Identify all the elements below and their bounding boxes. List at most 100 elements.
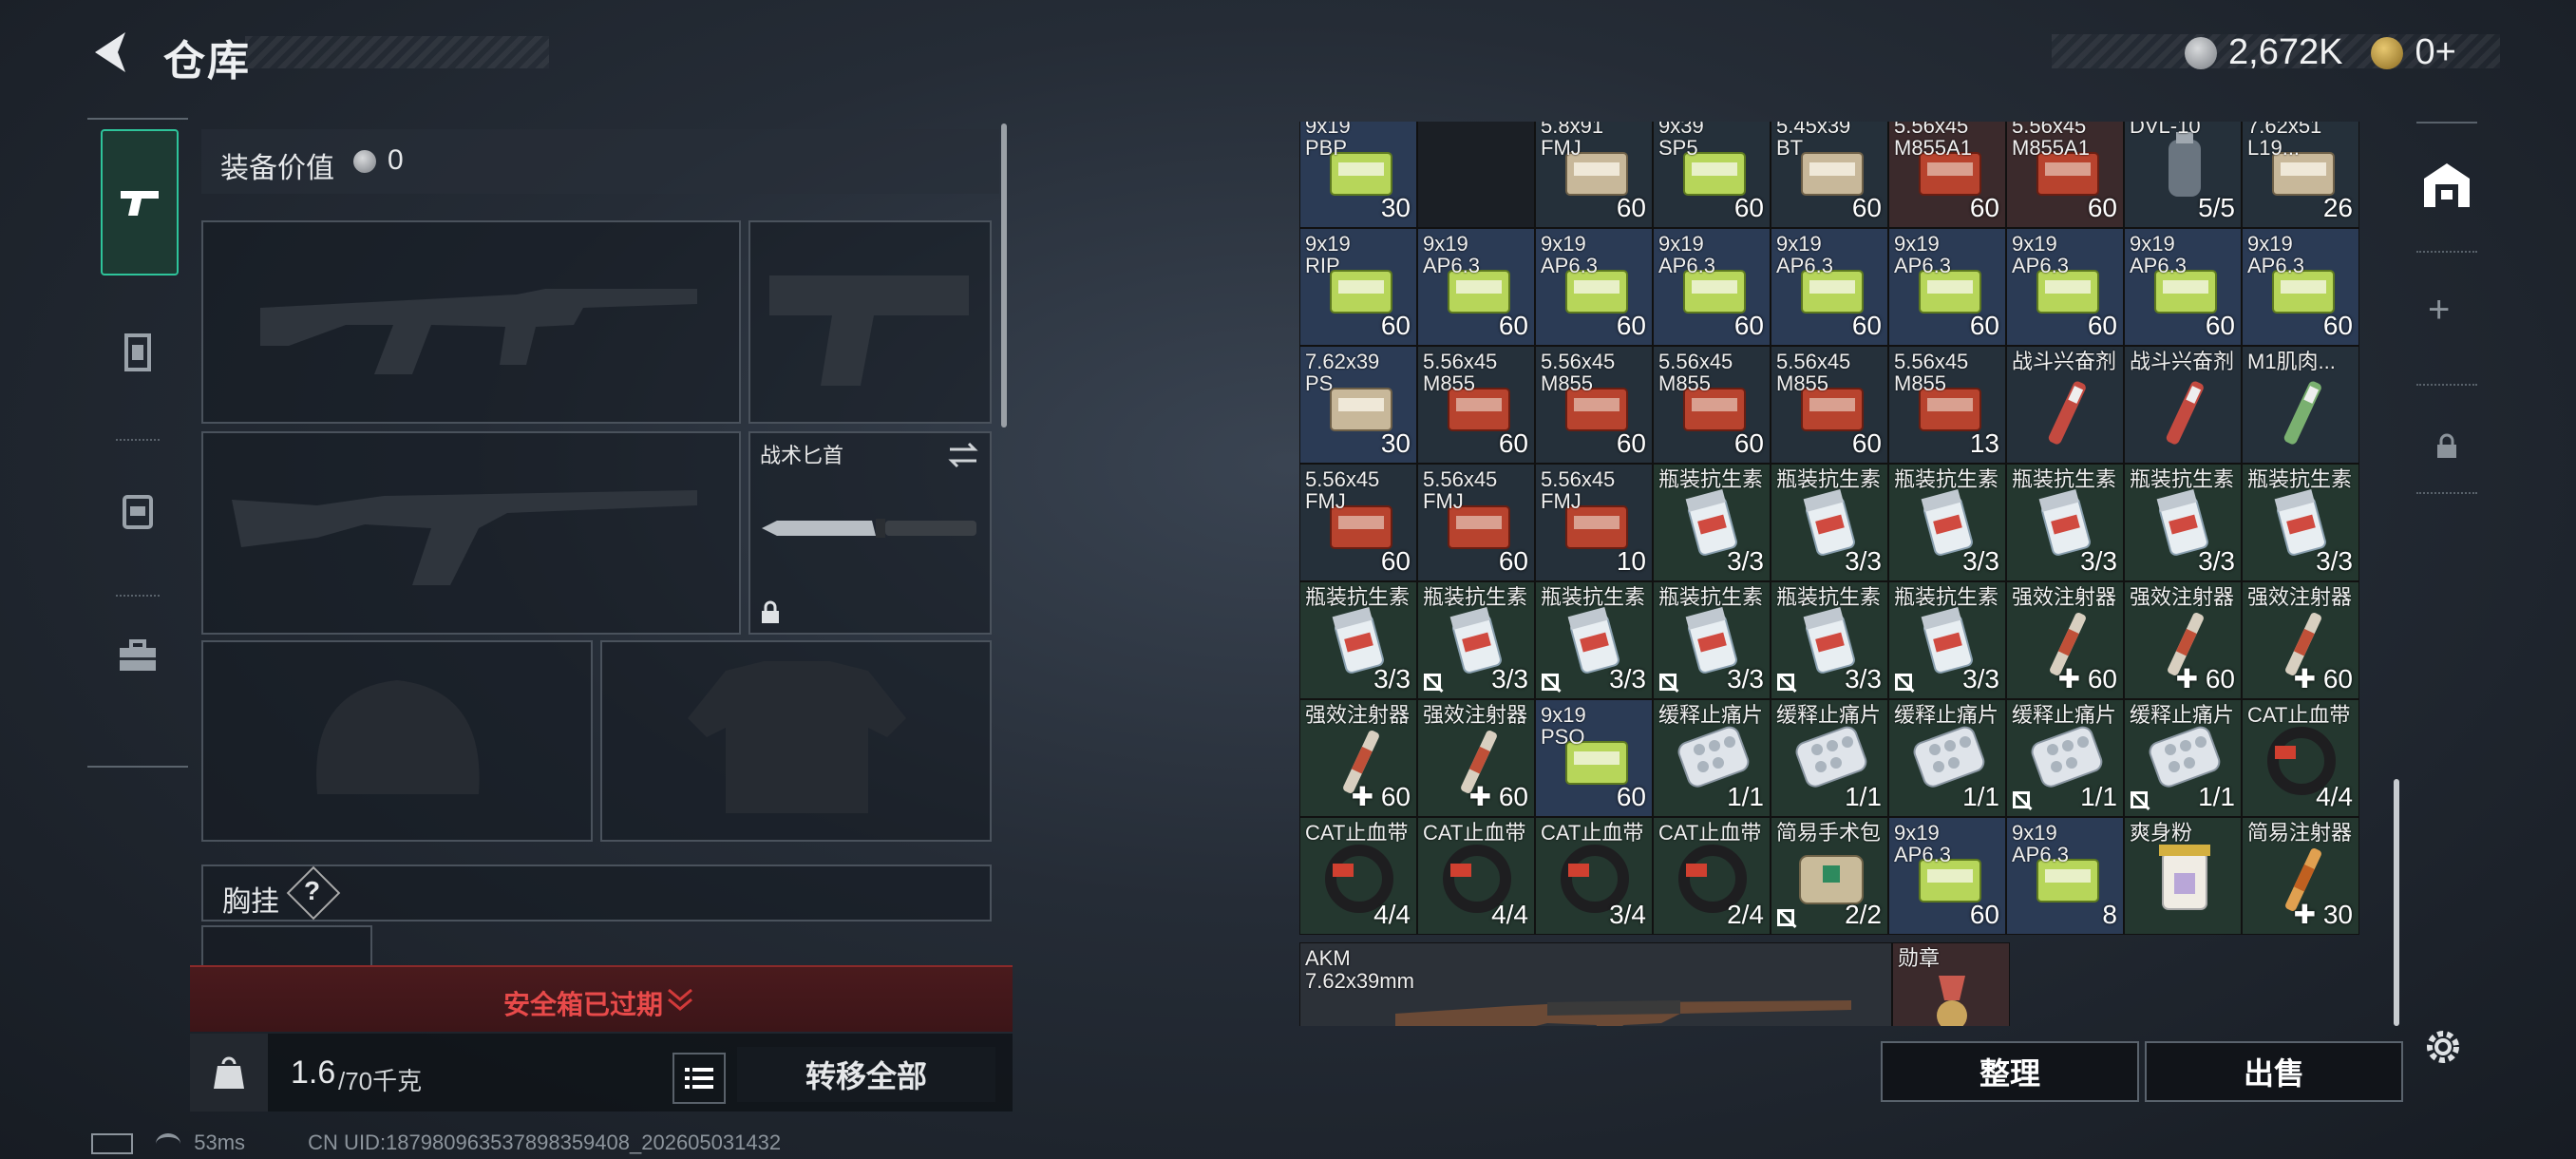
equipment-value-label: 装备价值 [220, 153, 334, 184]
storage-tab-main[interactable] [2413, 152, 2481, 220]
inventory-item[interactable]: 7.62x51 L19... 26 [2242, 122, 2359, 228]
inventory-item[interactable]: CAT止血带 2/4 [1653, 817, 1771, 935]
inventory-item[interactable]: 9x19 AP6.3 60 [1888, 228, 2006, 346]
inventory-item[interactable]: 5.8x91 FMJ 60 [1535, 122, 1653, 228]
back-arrow-icon[interactable] [87, 27, 135, 78]
inventory-item[interactable]: CAT止血带 3/4 [1535, 817, 1653, 935]
item-quantity: 60 [1851, 311, 1882, 340]
item-name: CAT止血带 [1305, 821, 1409, 845]
inventory-item[interactable]: 强效注射器 ✚ 60 [2124, 581, 2242, 699]
melee-slot[interactable]: 战术匕首 [748, 431, 992, 635]
transfer-all-button[interactable]: 转移全部 [737, 1047, 995, 1102]
inventory-item[interactable]: 9x19 AP6.3 60 [2006, 228, 2124, 346]
inventory-item[interactable]: 强效注射器 ✚ 60 [1417, 699, 1535, 817]
inventory-item[interactable]: 7.62x39 PS 30 [1299, 346, 1417, 464]
inventory-item[interactable]: 瓶装抗生素 3/3 [1888, 581, 2006, 699]
inventory-item[interactable]: 瓶装抗生素 3/3 [1771, 464, 1888, 581]
inventory-item[interactable]: 9x19 RIP 60 [1299, 228, 1417, 346]
sidebar-item-weapons[interactable] [101, 129, 179, 276]
inventory-item[interactable]: 缓释止痛片 1/1 [1771, 699, 1888, 817]
helmet-slot[interactable] [201, 640, 593, 842]
chest-rig-header[interactable]: 胸挂 ? [201, 864, 992, 922]
inventory-item[interactable]: 简易手术包 2/2 [1771, 817, 1888, 935]
equipment-scrollbar[interactable] [1001, 124, 1007, 428]
item-name: 瓶装抗生素 [1423, 585, 1528, 609]
body-armor-slot[interactable] [600, 640, 992, 842]
inventory-item[interactable]: 9x19 AP6.3 60 [2242, 228, 2359, 346]
item-name: 5.56x45 M855 [1776, 350, 1851, 395]
inventory-item[interactable]: 9x19 AP6.3 8 [2006, 817, 2124, 935]
inventory-item[interactable]: 战斗兴奋剂 [2006, 346, 2124, 464]
inventory-item[interactable]: 5.56x45 M855A1 60 [1888, 122, 2006, 228]
sell-button[interactable]: 出售 [2145, 1041, 2403, 1102]
inventory-item[interactable]: 5.56x45 M855 60 [1535, 346, 1653, 464]
inventory-item[interactable]: DVL-10 5/5 [2124, 122, 2242, 228]
item-name: 9x19 AP6.3 [1894, 232, 1951, 277]
help-icon[interactable]: ? [304, 876, 320, 906]
inventory-item[interactable]: 瓶装抗生素 3/3 [1417, 581, 1535, 699]
inventory-item[interactable]: 9x19 AP6.3 60 [2124, 228, 2242, 346]
inventory-item[interactable]: CAT止血带 4/4 [1299, 817, 1417, 935]
inventory-item[interactable]: 爽身粉 [2124, 817, 2242, 935]
inventory-item[interactable]: 9x19 AP6.3 60 [1888, 817, 2006, 935]
inventory-item[interactable]: 瓶装抗生素 3/3 [1653, 464, 1771, 581]
inventory-item[interactable]: 5.56x45 FMJ 60 [1299, 464, 1417, 581]
inventory-item[interactable]: 9x19 AP6.3 60 [1771, 228, 1888, 346]
primary-weapon-slot[interactable] [201, 220, 741, 424]
inventory-item[interactable]: M1肌肉... [2242, 346, 2359, 464]
inventory-item[interactable]: 5.56x45 M855A1 60 [2006, 122, 2124, 228]
inventory-item[interactable]: 强效注射器 ✚ 60 [1299, 699, 1417, 817]
inventory-item[interactable]: 瓶装抗生素 3/3 [1535, 581, 1653, 699]
tertiary-weapon-slot[interactable] [201, 431, 741, 635]
inventory-item[interactable]: 瓶装抗生素 3/3 [1771, 581, 1888, 699]
item-quantity: 60 [1851, 428, 1882, 458]
inventory-item[interactable]: 5.56x45 FMJ 60 [1417, 464, 1535, 581]
inventory-item[interactable]: 缓释止痛片 1/1 [1653, 699, 1771, 817]
lock-icon[interactable] [2435, 433, 2458, 460]
list-view-button[interactable] [672, 1053, 726, 1104]
chest-rig-slot[interactable] [201, 925, 372, 965]
inventory-item[interactable]: 9x19 PBP 30 [1299, 122, 1417, 228]
inventory-item[interactable]: 9x19 PSO 60 [1535, 699, 1653, 817]
inventory-item[interactable]: 5.56x45 M855 60 [1417, 346, 1535, 464]
inventory-item[interactable]: CAT止血带 4/4 [1417, 817, 1535, 935]
rifle-silhouette-icon [260, 289, 697, 374]
sidebar-item-backpack[interactable] [101, 439, 175, 581]
inventory-item[interactable]: 9x39 SP5 60 [1653, 122, 1771, 228]
inventory-item[interactable]: 缓释止痛片 1/1 [2006, 699, 2124, 817]
inventory-item[interactable]: 5.56x45 M855 60 [1771, 346, 1888, 464]
inventory-item[interactable]: 缓释止痛片 1/1 [1888, 699, 2006, 817]
inventory-item[interactable]: 缓释止痛片 1/1 [2124, 699, 2242, 817]
inventory-item[interactable]: 瓶装抗生素 3/3 [1299, 581, 1417, 699]
inventory-item[interactable]: 简易注射器 ✚ 30 [2242, 817, 2359, 935]
secondary-weapon-slot[interactable] [748, 220, 992, 424]
inventory-item[interactable]: 战斗兴奋剂 [2124, 346, 2242, 464]
item-quantity: 30 [1380, 428, 1411, 458]
inventory-item[interactable]: 瓶装抗生素 3/3 [1653, 581, 1771, 699]
inventory-item[interactable]: 9x19 AP6.3 60 [1535, 228, 1653, 346]
sidebar-item-toolbox[interactable] [101, 585, 175, 728]
add-storage-icon[interactable]: + [2428, 289, 2450, 332]
inventory-item[interactable]: 5.56x45 M855 13 [1888, 346, 2006, 464]
inventory-item[interactable]: 强效注射器 ✚ 60 [2242, 581, 2359, 699]
settings-gear-icon[interactable] [2420, 1024, 2466, 1070]
inventory-slot-empty[interactable] [1417, 122, 1535, 228]
inventory-item[interactable]: 5.45x39 BT 60 [1771, 122, 1888, 228]
inventory-item[interactable]: 9x19 AP6.3 60 [1417, 228, 1535, 346]
sidebar-item-armor[interactable] [101, 281, 175, 424]
inventory-item[interactable]: 5.56x45 M855 60 [1653, 346, 1771, 464]
swap-icon[interactable] [946, 441, 980, 469]
weapon-item-akm[interactable]: AKM 7.62x39mm [1299, 942, 1892, 1026]
inventory-item[interactable]: 5.56x45 FMJ 10 [1535, 464, 1653, 581]
secure-box-status[interactable]: 安全箱已过期 [190, 965, 1013, 1032]
inventory-item[interactable]: 瓶装抗生素 3/3 [2124, 464, 2242, 581]
inventory-item[interactable]: 强效注射器 ✚ 60 [2006, 581, 2124, 699]
inventory-scrollbar[interactable] [2394, 779, 2399, 1026]
medal-item[interactable]: 勋章 [1892, 942, 2010, 1026]
inventory-item[interactable]: 瓶装抗生素 3/3 [2242, 464, 2359, 581]
inventory-item[interactable]: CAT止血带 4/4 [2242, 699, 2359, 817]
inventory-item[interactable]: 瓶装抗生素 3/3 [2006, 464, 2124, 581]
inventory-item[interactable]: 9x19 AP6.3 60 [1653, 228, 1771, 346]
inventory-item[interactable]: 瓶装抗生素 3/3 [1888, 464, 2006, 581]
sort-button[interactable]: 整理 [1881, 1041, 2139, 1102]
